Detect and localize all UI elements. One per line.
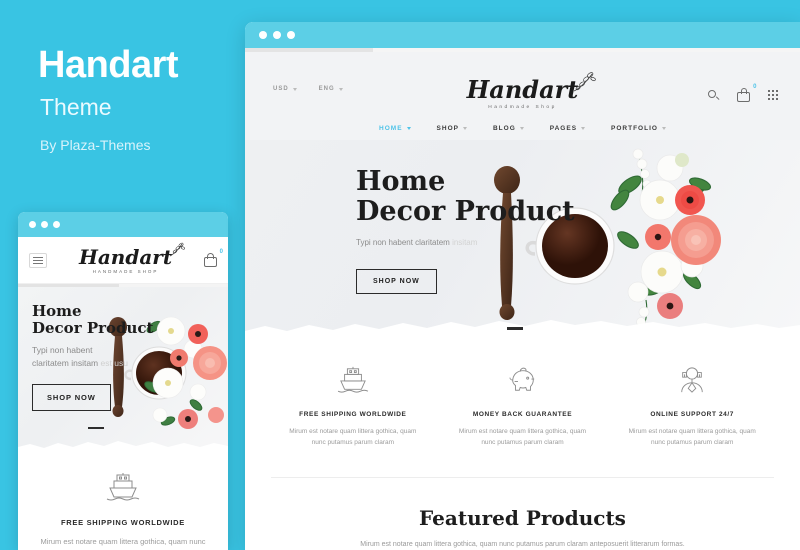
mobile-hero-text: Home Decor Product Typi non habent clari… bbox=[32, 303, 153, 411]
floral-sprig-icon bbox=[169, 242, 186, 256]
site-logo[interactable]: Handart Handmade Shop bbox=[466, 72, 596, 110]
promo-stage: Handart Theme By Plaza-Themes Handart HA… bbox=[0, 0, 800, 550]
window-dot-minimize-icon[interactable] bbox=[41, 221, 48, 228]
mobile-logo-name: Handart bbox=[78, 244, 173, 269]
cart-icon[interactable]: 0 bbox=[737, 84, 756, 102]
chevron-down-icon bbox=[462, 127, 467, 130]
window-dot-close-icon[interactable] bbox=[259, 31, 267, 39]
cart-badge: 0 bbox=[219, 249, 223, 255]
chevron-down-icon bbox=[661, 127, 666, 130]
promo-subtitle: Theme bbox=[40, 94, 112, 120]
ship-icon bbox=[106, 473, 140, 501]
feature-desc: Mirum est notare quam littera gothica, q… bbox=[628, 428, 756, 447]
mobile-titlebar bbox=[18, 212, 228, 237]
mobile-feature-shipping: FREE SHIPPING WORLDWIDE Mirum est notare… bbox=[18, 452, 228, 550]
floral-sprig-icon bbox=[574, 72, 596, 92]
hamburger-menu-icon[interactable] bbox=[29, 252, 47, 268]
piggy-bank-icon bbox=[508, 367, 534, 391]
hero-line1: Home bbox=[356, 166, 446, 197]
locale-selectors: USD ENG bbox=[273, 86, 343, 92]
nav-item-shop[interactable]: SHOP bbox=[437, 125, 467, 132]
nav-item-home[interactable]: HOME bbox=[379, 125, 411, 132]
features-row: FREE SHIPPING WORLDWIDE Mirum est notare… bbox=[245, 338, 800, 449]
support-agent-icon bbox=[681, 367, 703, 393]
hero-flowers-illustration bbox=[610, 148, 721, 336]
feature-online-support: ONLINE SUPPORT 24/7 Mirum est notare qua… bbox=[610, 366, 774, 449]
cart-badge: 0 bbox=[753, 84, 757, 90]
site-logo-name: Handart bbox=[466, 75, 579, 104]
grid-icon[interactable] bbox=[768, 90, 778, 100]
language-selector[interactable]: ENG bbox=[319, 86, 343, 92]
nav-item-pages[interactable]: PAGES bbox=[550, 125, 586, 132]
featured-products-section: Featured Products Mirum est notare quam … bbox=[245, 478, 800, 548]
chevron-down-icon bbox=[406, 127, 411, 130]
ship-icon bbox=[337, 366, 368, 393]
mobile-feature-title: FREE SHIPPING WORLDWIDE bbox=[60, 518, 186, 527]
desktop-mockup: USD ENG Handart Handmade Shop 0 HOME SHO… bbox=[245, 22, 800, 550]
carousel-indicator[interactable] bbox=[507, 327, 523, 330]
nav-item-portfolio[interactable]: PORTFOLIO bbox=[611, 125, 666, 132]
mobile-mockup: Handart Handmade Shop 0 bbox=[18, 212, 228, 550]
main-navigation: HOME SHOP BLOG PAGES PORTFOLIO bbox=[245, 125, 800, 132]
hero-subtitle: Typi non habent claritatem insitam bbox=[356, 238, 478, 248]
page-title: Handart bbox=[38, 44, 179, 86]
feature-title: FREE SHIPPING WORLDWIDE bbox=[299, 411, 407, 418]
mobile-logo-tagline: Handmade Shop bbox=[92, 268, 159, 274]
chevron-down-icon bbox=[292, 87, 297, 91]
currency-selector[interactable]: USD bbox=[273, 86, 297, 92]
search-icon[interactable] bbox=[708, 89, 720, 101]
promo-byline: By Plaza-Themes bbox=[40, 137, 151, 153]
header-icon-group: 0 bbox=[708, 84, 778, 102]
site-logo-tagline: Handmade Shop bbox=[488, 105, 557, 110]
featured-products-title: Featured Products bbox=[419, 505, 626, 530]
mobile-hero-line2: Decor Product bbox=[32, 318, 154, 337]
torn-paper-edge bbox=[18, 441, 228, 452]
featured-products-subtitle: Mirum est notare quam littera gothica, q… bbox=[360, 540, 685, 548]
mobile-hero-line1: Home bbox=[32, 302, 82, 320]
window-dot-close-icon[interactable] bbox=[29, 221, 36, 228]
mobile-shop-now-button[interactable]: SHOP NOW bbox=[32, 383, 111, 411]
window-dot-maximize-icon[interactable] bbox=[53, 221, 60, 228]
chevron-down-icon bbox=[338, 87, 343, 91]
desktop-site-header: USD ENG Handart Handmade Shop 0 HOME SHO… bbox=[245, 52, 800, 140]
hero-text: Home Decor Product Typi non habent clari… bbox=[356, 166, 575, 295]
hero-banner: Home Decor Product Typi non habent clari… bbox=[245, 140, 800, 338]
cart-icon[interactable]: 0 bbox=[204, 249, 223, 267]
hero-line2: Decor Product bbox=[356, 196, 575, 228]
mobile-site-header: Handart Handmade Shop 0 bbox=[18, 237, 228, 284]
shop-now-button[interactable]: SHOP NOW bbox=[356, 269, 437, 295]
window-dot-maximize-icon[interactable] bbox=[287, 31, 295, 39]
mobile-carousel-indicator[interactable] bbox=[88, 426, 104, 429]
mobile-hero: Home Decor Product Typi non habent clari… bbox=[18, 287, 228, 452]
mobile-logo[interactable]: Handart Handmade Shop bbox=[78, 242, 186, 274]
nav-item-blog[interactable]: BLOG bbox=[493, 125, 524, 132]
mobile-feature-desc: Mirum est notare quam littera gothica, q… bbox=[40, 537, 206, 546]
feature-desc: Mirum est notare quam littera gothica, q… bbox=[458, 428, 587, 447]
feature-free-shipping: FREE SHIPPING WORLDWIDE Mirum est notare… bbox=[271, 366, 435, 449]
desktop-titlebar bbox=[245, 22, 800, 48]
chevron-down-icon bbox=[519, 127, 524, 130]
window-dot-minimize-icon[interactable] bbox=[273, 31, 281, 39]
feature-money-back: MONEY BACK GUARANTEE Mirum est notare qu… bbox=[441, 366, 605, 449]
feature-title: MONEY BACK GUARANTEE bbox=[472, 411, 573, 418]
chevron-down-icon bbox=[581, 127, 586, 130]
feature-title: ONLINE SUPPORT 24/7 bbox=[650, 411, 734, 418]
mobile-hero-subtitle: Typi non habent claritatem insitam est u… bbox=[32, 344, 128, 368]
feature-desc: Mirum est notare quam littera gothica, q… bbox=[289, 428, 417, 447]
